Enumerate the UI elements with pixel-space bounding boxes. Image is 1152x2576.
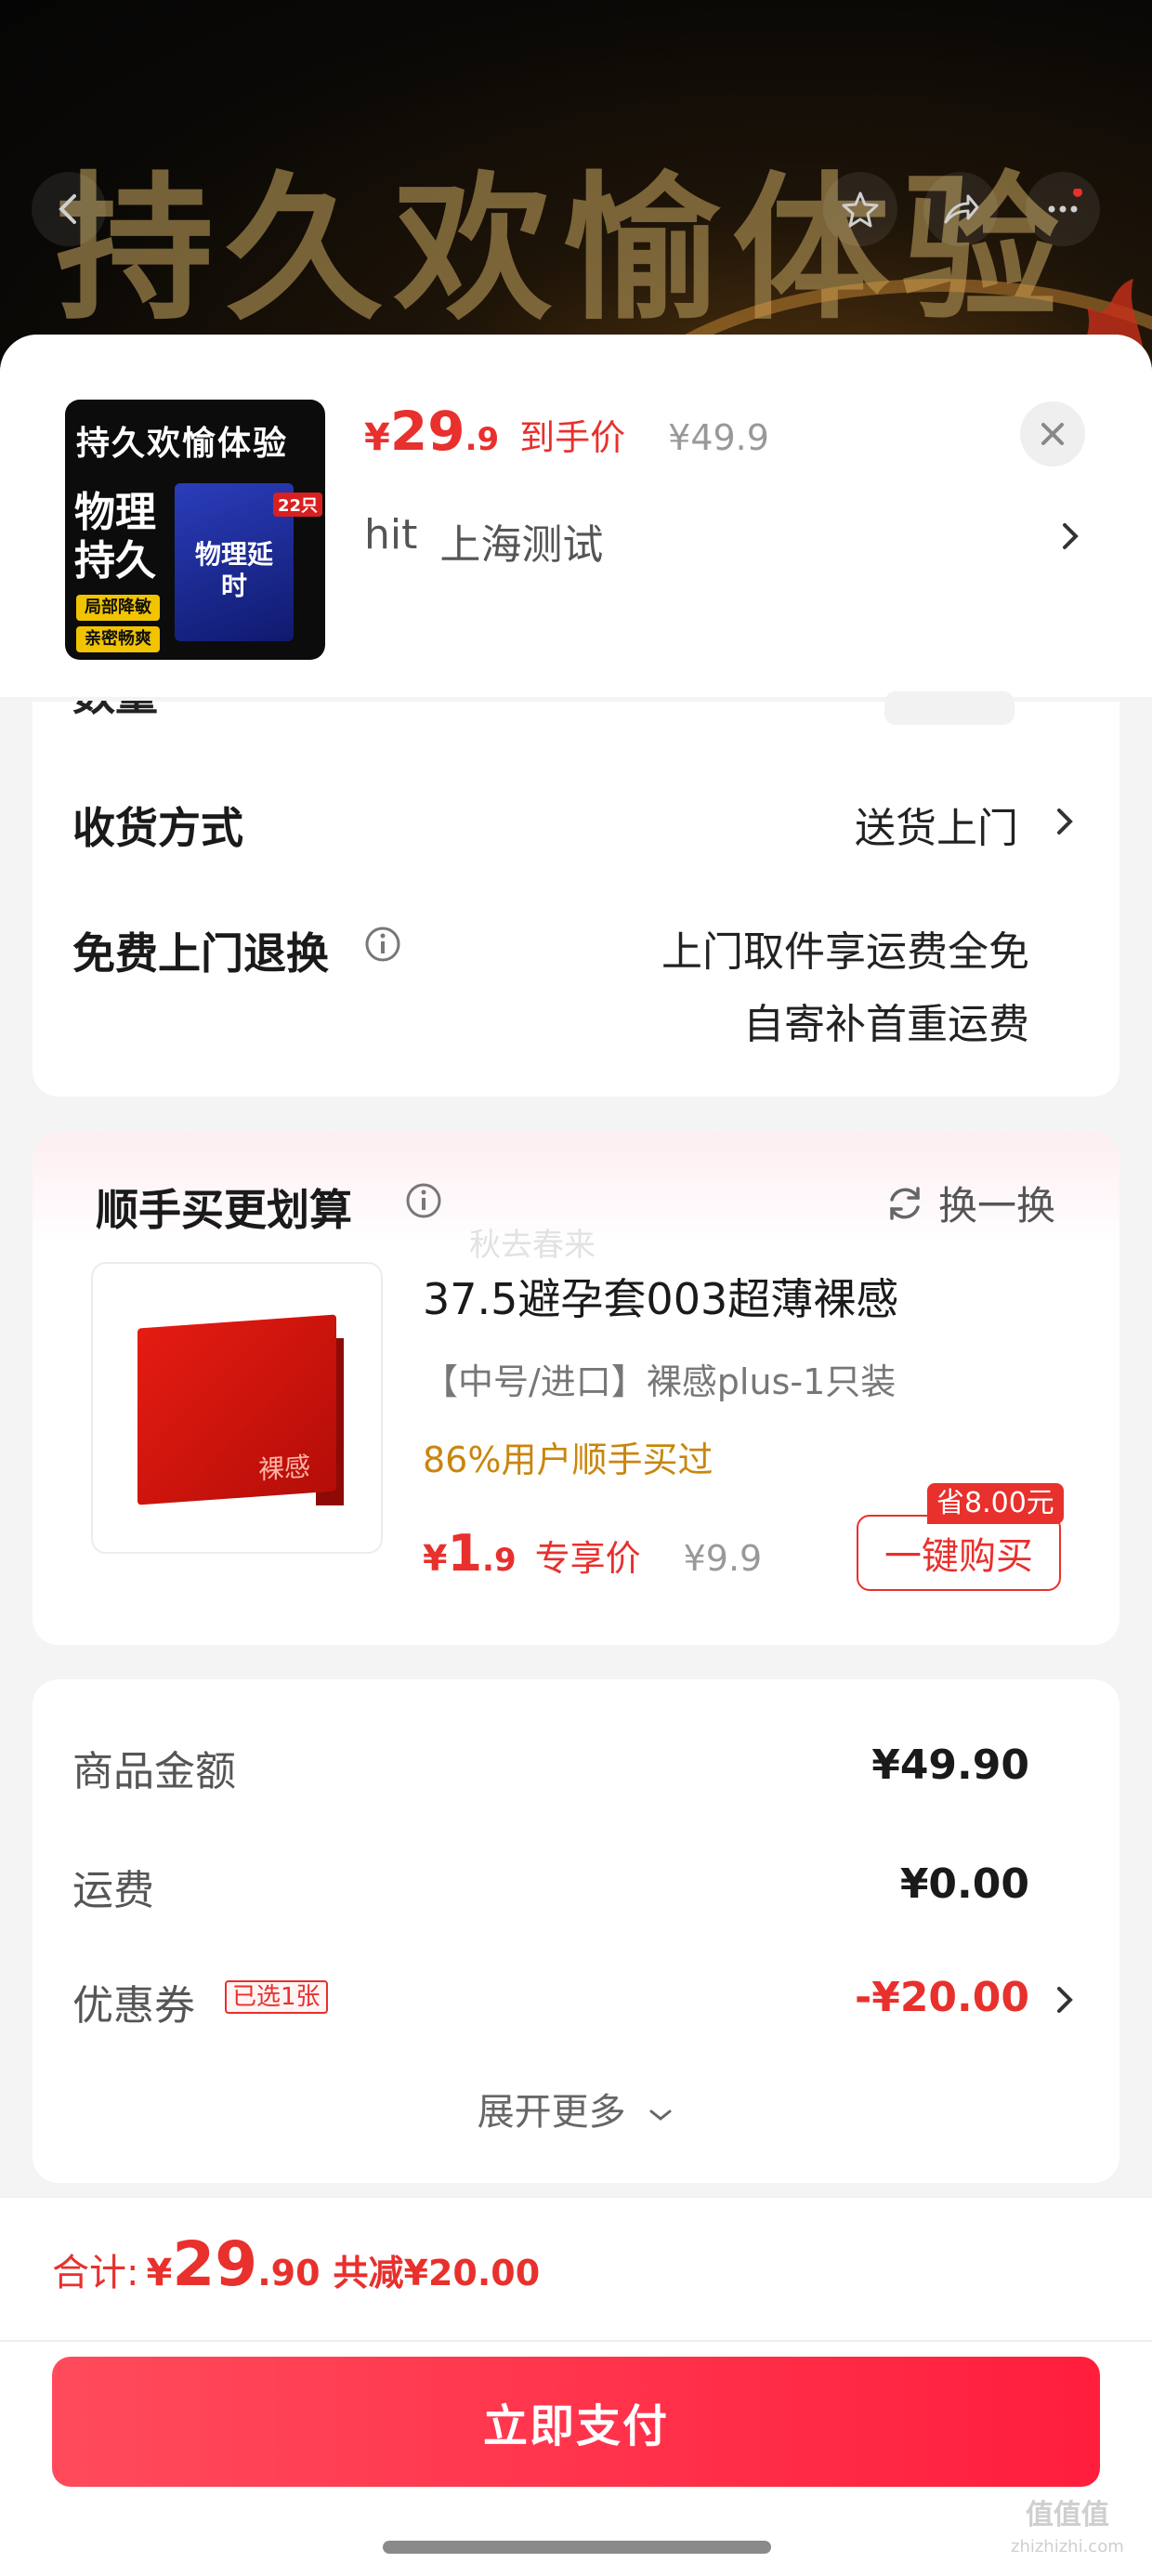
bundle-price: ¥ 1 .9 专享价 ¥9.9 — [423, 1524, 762, 1583]
thumb-big-text: 物理持久 — [74, 489, 156, 585]
total-label: 合计: — [52, 2252, 139, 2294]
one-click-buy-button[interactable]: 一键购买 — [857, 1515, 1061, 1591]
shipping-label: 运费 — [72, 1867, 154, 1914]
thumb-tag-2: 亲密畅爽 — [76, 626, 160, 652]
chevron-left-icon — [59, 194, 76, 224]
total-integer: 29 — [172, 2228, 258, 2300]
thumb-tag-1: 局部降敏 — [76, 595, 160, 621]
refresh-icon — [890, 1186, 920, 1220]
original-price: ¥49.9 — [668, 417, 769, 458]
coupon-label: 优惠券 — [72, 1982, 195, 2030]
close-button[interactable] — [1020, 401, 1085, 467]
coupon-value[interactable]: -¥20.00 — [855, 1974, 1029, 2021]
close-icon — [1041, 423, 1064, 445]
site-watermark-big: 值值值 — [1025, 2499, 1109, 2531]
thumb-title: 持久欢愉体验 — [76, 425, 289, 463]
info-icon[interactable] — [364, 926, 401, 963]
thumb-count-badge: 22只 — [273, 493, 323, 517]
share-button[interactable] — [923, 172, 998, 246]
bundle-price-currency: ¥ — [423, 1538, 448, 1579]
product-thumbnail: 持久欢愉体验 物理持久 局部降敏 亲密畅爽 物理延时 22只 — [65, 400, 325, 660]
total-currency: ¥ — [146, 2252, 173, 2294]
footer-divider — [0, 2340, 1152, 2342]
free-return-line2: 自寄补首重运费 — [743, 1001, 1029, 1048]
red-product-box: 裸感 — [137, 1314, 336, 1505]
more-button[interactable] — [1026, 172, 1100, 246]
price-currency: ¥ — [364, 416, 390, 459]
goods-amount-value: ¥49.90 — [871, 1741, 1029, 1789]
total-decimal: .90 — [257, 2253, 321, 2293]
total-saved: 共减¥20.00 — [333, 2253, 541, 2293]
bundle-product-image[interactable]: 裸感 — [91, 1262, 383, 1554]
expand-more-label: 展开更多 — [477, 2091, 626, 2134]
coupon-chevron-icon[interactable] — [1052, 1979, 1078, 2020]
pay-now-button[interactable]: 立即支付 — [52, 2357, 1100, 2487]
bundle-price-integer: 1 — [447, 1524, 483, 1583]
bundle-original-price: ¥9.9 — [683, 1538, 763, 1579]
quantity-stepper[interactable] — [884, 691, 1015, 725]
product-banner: 持久欢愉体验 — [0, 0, 1152, 390]
expand-more-button[interactable]: 展开更多 — [0, 2082, 1152, 2136]
bundle-info-icon[interactable] — [405, 1182, 442, 1219]
bundle-title: 顺手买更划算 — [96, 1185, 352, 1235]
site-watermark-small: zhizhizhi.com — [1011, 2537, 1124, 2556]
spec-selector[interactable]: hit 上海测试 — [364, 511, 603, 571]
chevron-down-icon — [649, 2109, 672, 2121]
chevron-right-icon[interactable] — [1057, 516, 1083, 557]
favorite-button[interactable] — [823, 172, 897, 246]
goods-amount-label: 商品金额 — [72, 1748, 236, 1795]
home-indicator — [383, 2541, 771, 2554]
price-integer: 29 — [389, 400, 465, 463]
site-watermark: 值值值 zhizhizhi.com — [1011, 2500, 1124, 2563]
product-price: ¥ 29 .9 到手价 ¥49.9 — [364, 400, 769, 463]
shipping-value: ¥0.00 — [899, 1860, 1029, 1908]
user-watermark: 秋去春来 — [469, 1227, 596, 1264]
coupon-selected-badge: 已选1张 — [225, 1980, 328, 2014]
red-box-label: 裸感 — [258, 1451, 311, 1486]
free-return-line1: 上门取件享运费全免 — [661, 928, 1029, 976]
bundle-social-proof: 86%用户顺手买过 — [423, 1439, 713, 1480]
order-total: 合计: ¥ 29 .90 共减¥20.00 — [52, 2228, 540, 2300]
bundle-price-label: 专享价 — [534, 1538, 641, 1579]
back-button[interactable] — [32, 172, 106, 246]
price-label: 到手价 — [519, 417, 626, 458]
price-decimal: .9 — [465, 421, 500, 458]
bundle-price-decimal: .9 — [482, 1542, 517, 1579]
more-dots-icon — [1048, 189, 1082, 213]
delivery-chevron-icon[interactable] — [1052, 801, 1078, 842]
thumb-box-text: 物理延时 — [194, 539, 273, 601]
swap-label: 换一换 — [938, 1183, 1056, 1229]
spec-value-b: 上海测试 — [439, 521, 604, 569]
delivery-value[interactable]: 送货上门 — [743, 795, 1018, 854]
free-return-label: 免费上门退换 — [72, 928, 329, 979]
delivery-label: 收货方式 — [72, 803, 243, 853]
bundle-product-spec: 【中号/进口】裸感plus-1只装 — [423, 1361, 897, 1402]
bundle-product-name[interactable]: 37.5避孕套003超薄裸感 — [423, 1266, 898, 1327]
save-badge: 省8.00元 — [927, 1483, 1064, 1524]
share-icon — [944, 194, 979, 224]
star-icon — [842, 191, 879, 228]
spec-value-a: hit — [364, 511, 418, 559]
swap-button[interactable]: 换一换 — [884, 1175, 1055, 1231]
